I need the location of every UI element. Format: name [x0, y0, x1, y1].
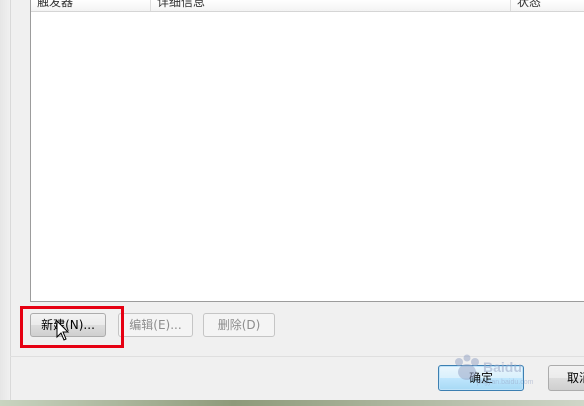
triggers-list[interactable]: 触发器 详细信息 状态	[30, 0, 584, 302]
delete-button[interactable]: 删除(D)	[203, 313, 275, 337]
list-header: 触发器 详细信息 状态	[31, 0, 584, 12]
desktop-background-strip	[0, 400, 584, 406]
dialog-window: 触发器 详细信息 状态 新建(N)... 编辑(E)... 删除(D) 确定 取…	[0, 0, 584, 406]
edit-button[interactable]: 编辑(E)...	[118, 313, 193, 337]
column-header-details[interactable]: 详细信息	[151, 0, 511, 11]
annotation-highlight-box	[20, 306, 124, 348]
window-left-border	[0, 0, 11, 406]
column-header-trigger[interactable]: 触发器	[31, 0, 151, 11]
column-header-status[interactable]: 状态	[511, 0, 584, 11]
cancel-button[interactable]: 取消	[548, 365, 584, 391]
ok-button[interactable]: 确定	[438, 365, 524, 391]
footer-separator	[10, 356, 584, 357]
arrow-cursor-icon	[56, 320, 70, 341]
